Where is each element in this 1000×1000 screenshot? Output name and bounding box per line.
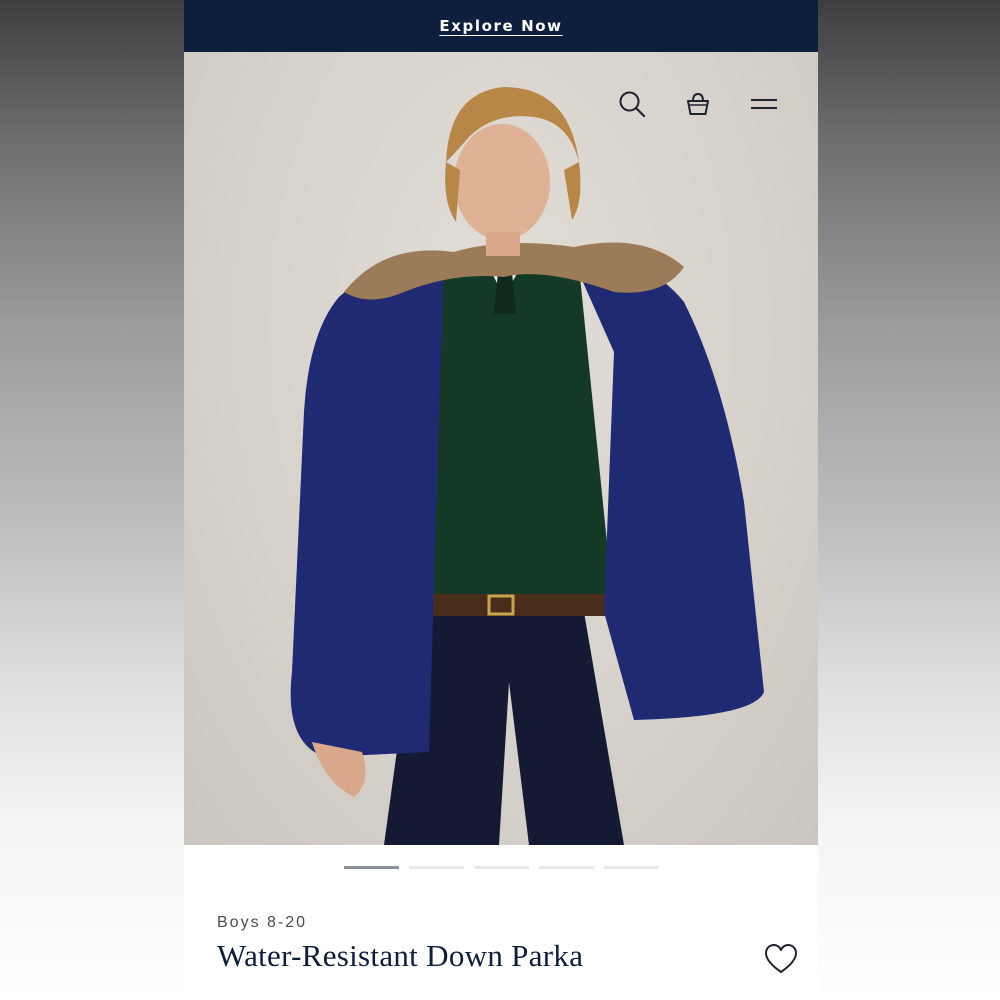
heart-icon bbox=[765, 944, 797, 973]
explore-now-link[interactable]: Explore Now bbox=[439, 17, 562, 35]
shopping-bag-icon bbox=[687, 92, 709, 115]
shopping-bag-button[interactable] bbox=[680, 86, 716, 122]
model-photo bbox=[290, 87, 764, 845]
menu-button[interactable] bbox=[746, 86, 782, 122]
product-category: Boys 8-20 bbox=[217, 914, 308, 931]
wishlist-button[interactable] bbox=[762, 940, 800, 978]
product-hero-image[interactable] bbox=[184, 52, 818, 845]
menu-icon bbox=[751, 99, 777, 109]
carousel-dot[interactable] bbox=[539, 866, 594, 869]
mobile-page: Explore Now Boys 8-20 Water-Resistant Do… bbox=[184, 0, 818, 1000]
image-carousel-indicator bbox=[344, 866, 659, 869]
product-title: Water-Resistant Down Parka bbox=[217, 938, 584, 973]
header-actions bbox=[614, 86, 782, 122]
carousel-dot[interactable] bbox=[344, 866, 399, 869]
search-icon bbox=[619, 91, 646, 118]
carousel-dot[interactable] bbox=[409, 866, 464, 869]
carousel-dot[interactable] bbox=[474, 866, 529, 869]
promo-banner: Explore Now bbox=[184, 0, 818, 52]
search-button[interactable] bbox=[614, 86, 650, 122]
carousel-dot[interactable] bbox=[604, 866, 659, 869]
